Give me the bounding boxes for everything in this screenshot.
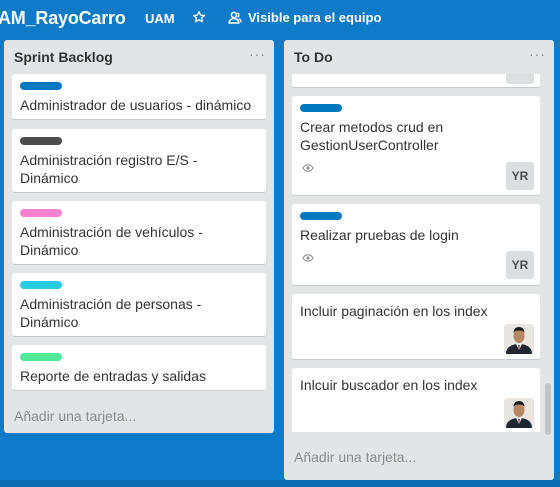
card-label xyxy=(300,212,342,220)
list-menu-button[interactable]: ··· xyxy=(249,46,266,62)
list-to-do: To Do ··· Crear metodos crud en GestionU… xyxy=(284,40,554,480)
card[interactable]: Incluir paginación en los index xyxy=(292,294,540,360)
member-avatar-photo[interactable] xyxy=(504,398,534,428)
horizontal-scrollbar[interactable] xyxy=(0,480,560,487)
member-avatar-photo[interactable] xyxy=(504,324,534,354)
card[interactable]: Administración de vehículos - Dinámico xyxy=(12,201,266,265)
card[interactable] xyxy=(292,74,540,88)
eye-icon xyxy=(302,164,314,172)
star-button[interactable] xyxy=(192,10,206,27)
eye-icon xyxy=(302,254,314,262)
card[interactable]: Administración de personas - Dinámico xyxy=(12,273,266,337)
member-avatar[interactable] xyxy=(506,74,534,84)
card-title: Incluir paginación en los index xyxy=(300,303,488,319)
card[interactable]: Inlcuir buscador en los index xyxy=(292,368,540,432)
card[interactable]: Crear metodos crud en GestionUserControl… xyxy=(292,96,540,196)
list-title[interactable]: To Do xyxy=(294,49,333,65)
card-title: Reporte de entradas y salidas xyxy=(20,368,206,384)
card-label xyxy=(20,82,62,90)
card-label xyxy=(300,104,342,112)
board-header: AM_RayoCarro UAM Visible para el equipo xyxy=(0,0,560,36)
card-label xyxy=(20,281,62,289)
list-menu-button[interactable]: ··· xyxy=(529,46,546,62)
card-title: Realizar pruebas de login xyxy=(300,227,459,243)
card-list: Administrador de usuarios - dinámico Adm… xyxy=(12,74,266,396)
visibility-button[interactable]: Visible para el equipo xyxy=(228,10,381,25)
card-title: Administración registro E/S - Dinámico xyxy=(20,152,198,186)
list-title[interactable]: Sprint Backlog xyxy=(14,49,113,65)
visibility-label: Visible para el equipo xyxy=(248,10,382,25)
card-title: Administrador de usuarios - dinámico xyxy=(20,97,252,113)
card-label xyxy=(20,353,62,361)
add-card-link[interactable]: Añadir una tarjeta... xyxy=(14,408,136,424)
member-avatar[interactable]: YR xyxy=(506,162,534,190)
card-label xyxy=(20,209,62,217)
card-title: Crear metodos crud en GestionUserControl… xyxy=(300,119,444,153)
user-photo-icon xyxy=(504,324,534,354)
member-avatar[interactable]: YR xyxy=(506,251,534,279)
star-icon xyxy=(192,10,206,23)
team-button[interactable]: UAM xyxy=(145,11,175,26)
card[interactable]: Reporte de entradas y salidas xyxy=(12,345,266,391)
card-title: Inlcuir buscador en los index xyxy=(300,377,478,393)
card[interactable]: Administrador de usuarios - dinámico xyxy=(12,74,266,120)
card-list: Crear metodos crud en GestionUserControl… xyxy=(292,74,540,432)
people-icon xyxy=(228,11,242,24)
card-title: Administración de vehículos - Dinámico xyxy=(20,224,203,258)
user-photo-icon xyxy=(504,398,534,428)
list-sprint-backlog: Sprint Backlog ··· Administrador de usua… xyxy=(4,40,274,433)
list-scrollbar[interactable] xyxy=(545,383,551,435)
card-label xyxy=(20,137,62,145)
add-card-link[interactable]: Añadir una tarjeta... xyxy=(294,449,416,465)
board-title[interactable]: AM_RayoCarro xyxy=(0,8,126,29)
card[interactable]: Realizar pruebas de login YR xyxy=(292,204,540,286)
card-title: Administración de personas - Dinámico xyxy=(20,296,202,330)
card[interactable]: Administración registro E/S - Dinámico xyxy=(12,129,266,193)
